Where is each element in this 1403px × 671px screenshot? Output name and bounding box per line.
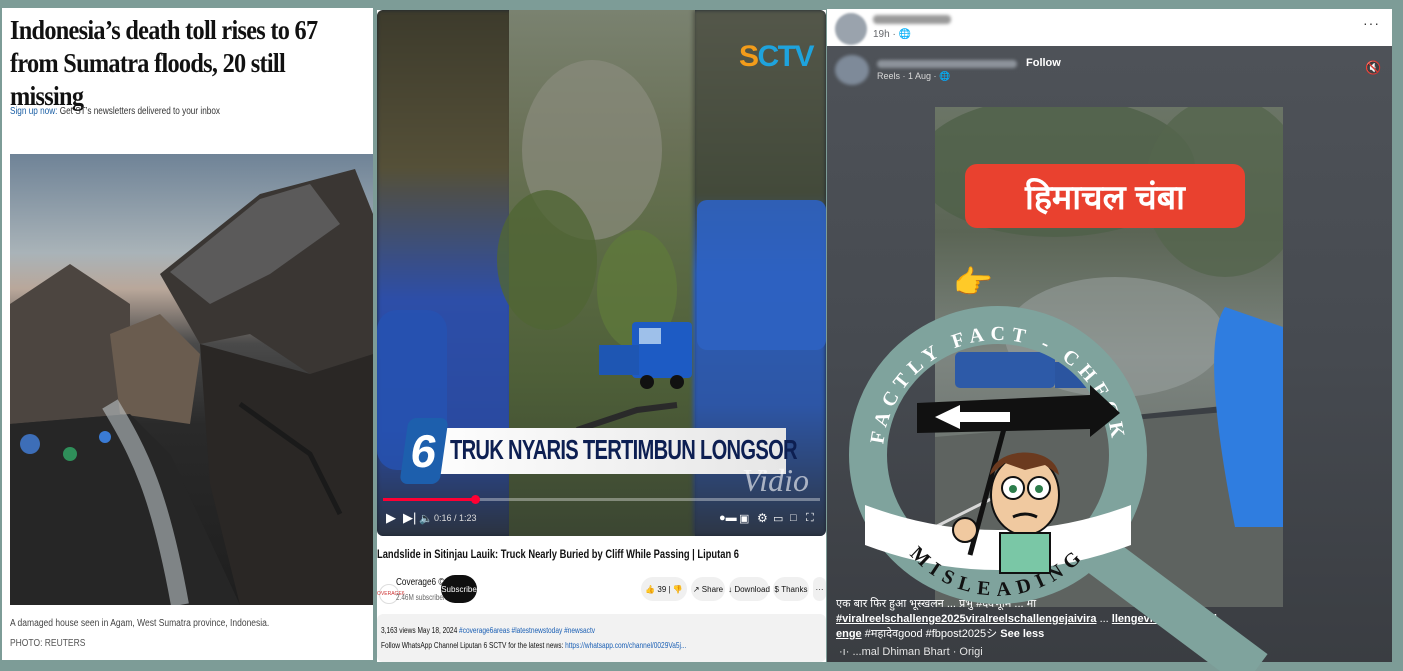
thumbs-down-icon[interactable]: 👎 xyxy=(673,585,683,594)
article-headline: Indonesia’s death toll rises to 67 from … xyxy=(10,15,318,111)
subscriber-count: 2.46M subscribers xyxy=(396,593,449,602)
like-dislike-button[interactable]: 👍 39 | 👎 xyxy=(641,577,687,601)
photo-caption: A damaged house seen in Agam, West Sumat… xyxy=(10,618,270,629)
poster-name-blurred[interactable] xyxy=(873,15,951,24)
more-actions-button[interactable]: ··· xyxy=(813,577,826,601)
post-header: 19h · 🌐 ··· xyxy=(827,9,1392,46)
video-title: Landslide in Sitinjau Lauik: Truck Nearl… xyxy=(377,547,740,561)
signup-text: Get ST’s newsletters delivered to your i… xyxy=(57,106,220,117)
progress-fill xyxy=(383,498,475,501)
hashtags[interactable]: #coverage6areas #latestnewstoday #newsac… xyxy=(459,626,595,635)
news-article-panel: Indonesia’s death toll rises to 67 from … xyxy=(2,8,373,660)
sctv-logo-text: CTV xyxy=(757,40,815,73)
subscribe-button[interactable]: Subscribe xyxy=(441,575,477,603)
play-icon[interactable]: ▶ xyxy=(386,510,396,526)
factly-stamp: FACTLY FACT - CHECK MISLEADING xyxy=(849,306,1268,671)
reel-meta: Reels · 1 Aug · 🌐 xyxy=(877,71,951,81)
follow-button[interactable]: Follow xyxy=(1026,57,1061,69)
reel-author-avatar[interactable] xyxy=(835,55,869,85)
sctv-logo: SCTV xyxy=(739,40,815,74)
whatsapp-link[interactable]: https://whatsapp.com/channel/0029Va5j... xyxy=(565,641,686,650)
pointing-hand-icon: 👉 xyxy=(953,264,993,300)
vidio-watermark: Vidio xyxy=(742,462,809,498)
video-description[interactable]: 3,163 views May 18, 2024 #coverage6areas… xyxy=(377,614,826,662)
sctv-logo-accent: S xyxy=(739,40,759,73)
magnifier-handle xyxy=(1080,533,1268,671)
share-button[interactable]: ↗ Share xyxy=(691,577,725,601)
views-date: 3,163 views May 18, 2024 xyxy=(381,626,460,635)
cartoon-man-icon xyxy=(952,424,1060,574)
poster-avatar[interactable] xyxy=(835,13,867,45)
more-options-icon[interactable]: ··· xyxy=(1363,15,1380,31)
video-player[interactable]: SCTV 6 TRUK NYARIS TERTIMBUN LONGSOR Vid… xyxy=(377,10,826,536)
newsletter-signup: Sign up now: Get ST’s newsletters delive… xyxy=(10,106,220,117)
download-label: Download xyxy=(734,584,770,594)
settings-gear-icon[interactable]: ⚙ xyxy=(757,511,768,525)
thumbs-up-icon[interactable]: 👍 xyxy=(645,585,655,594)
progress-bar[interactable] xyxy=(383,495,820,504)
follow-line: Follow WhatsApp Channel Liputan 6 SCTV f… xyxy=(381,641,686,650)
channel-name[interactable]: Coverage6 © xyxy=(396,577,444,588)
miniplayer-icon[interactable]: ▭ xyxy=(773,512,783,525)
share-label: Share xyxy=(701,584,724,594)
video-panel: SCTV 6 TRUK NYARIS TERTIMBUN LONGSOR Vid… xyxy=(377,10,826,662)
download-icon: ↓ xyxy=(728,584,733,594)
lower-third-banner: 6 TRUK NYARIS TERTIMBUN LONGSOR xyxy=(399,418,798,484)
thanks-label: Thanks xyxy=(781,584,808,594)
follow-text: Follow WhatsApp Channel Liputan 6 SCTV f… xyxy=(381,641,566,650)
progress-knob[interactable] xyxy=(470,495,480,504)
theater-icon[interactable]: □ xyxy=(790,512,797,524)
photo-credit: PHOTO: REUTERS xyxy=(10,638,86,649)
download-button[interactable]: ↓ Download xyxy=(728,577,770,601)
mute-icon[interactable]: 🔇 xyxy=(1365,60,1381,76)
overlay-location-label: हिमाचल चंबा xyxy=(965,164,1245,228)
thanks-button[interactable]: $ Thanks xyxy=(773,577,809,601)
damaged-house-illustration xyxy=(10,169,373,605)
reel-author-name-blurred[interactable] xyxy=(877,60,1017,68)
next-icon[interactable]: ▶| xyxy=(403,510,416,526)
autoplay-toggle-icon[interactable]: ●▬ xyxy=(719,512,737,524)
article-photo xyxy=(10,154,373,605)
thanks-icon: $ xyxy=(774,584,779,594)
like-count: 39 xyxy=(657,584,667,594)
volume-icon[interactable]: 🔈 xyxy=(419,512,433,525)
time-display: 0:16 / 1:23 xyxy=(434,513,477,523)
fullscreen-icon[interactable]: ⛶ xyxy=(806,512,814,525)
signup-link[interactable]: Sign up now: xyxy=(10,106,57,117)
post-time: 19h · 🌐 xyxy=(873,29,912,40)
captions-icon[interactable]: ▣ xyxy=(739,512,749,525)
share-icon: ↗ xyxy=(692,584,700,594)
views-date-line: 3,163 views May 18, 2024 #coverage6areas… xyxy=(381,626,595,635)
